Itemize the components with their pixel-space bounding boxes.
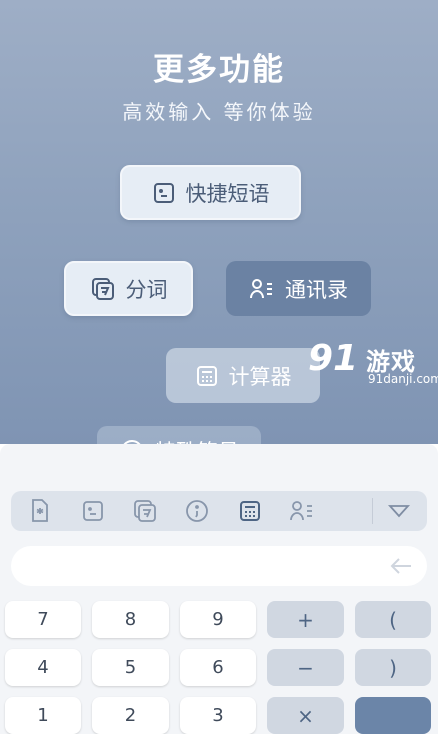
- toolbar-divider: [372, 498, 373, 524]
- contacts-label: 通讯录: [285, 277, 348, 302]
- key-plus[interactable]: +: [267, 601, 344, 638]
- contacts-icon: [249, 277, 275, 301]
- key-7[interactable]: 7: [5, 601, 81, 638]
- sim-card-icon[interactable]: [25, 497, 53, 525]
- contacts-chip[interactable]: 通讯录: [226, 261, 371, 316]
- split-icon: [90, 276, 116, 302]
- quick-phrase-chip[interactable]: 快捷短语: [120, 165, 301, 220]
- site-watermark: 91 游戏 91danji.com: [306, 338, 438, 392]
- key-5[interactable]: 5: [92, 649, 169, 686]
- function-toolbar: [11, 491, 427, 531]
- watermark-domain: 91danji.com: [368, 372, 438, 386]
- key-2[interactable]: 2: [92, 697, 169, 734]
- special-symbols-chip[interactable]: 特殊符号: [97, 426, 261, 444]
- symbol-icon[interactable]: [183, 497, 211, 525]
- key-3[interactable]: 3: [180, 697, 256, 734]
- phrase-icon[interactable]: [79, 497, 107, 525]
- key-4[interactable]: 4: [5, 649, 81, 686]
- contacts-icon[interactable]: [288, 497, 316, 525]
- special-symbols-label: 特殊符号: [155, 436, 239, 444]
- watermark-logo: 91: [308, 338, 359, 379]
- key-8[interactable]: 8: [92, 601, 169, 638]
- calculator-label: 计算器: [228, 364, 292, 389]
- backspace-icon[interactable]: [389, 555, 413, 577]
- key-minus[interactable]: −: [267, 649, 344, 686]
- key-multiply[interactable]: ×: [267, 697, 344, 734]
- key-6[interactable]: 6: [180, 649, 256, 686]
- key-9[interactable]: 9: [180, 601, 256, 638]
- key-close-paren[interactable]: ): [355, 649, 431, 686]
- promo-subtitle: 高效输入 等你体验: [122, 100, 316, 124]
- promo-title: 更多功能: [153, 52, 285, 88]
- key-open-paren[interactable]: (: [355, 601, 431, 638]
- phrase-icon: [152, 181, 176, 205]
- key-enter[interactable]: [355, 697, 431, 734]
- collapse-icon[interactable]: [385, 497, 413, 525]
- split-icon[interactable]: [131, 497, 159, 525]
- calculator-chip[interactable]: 计算器: [166, 348, 320, 403]
- word-split-label: 分词: [125, 277, 168, 302]
- feature-promo: 更多功能 高效输入 等你体验 快捷短语 分词 通讯录 计算器 特殊符号 91 游…: [0, 0, 438, 444]
- word-split-chip[interactable]: 分词: [64, 261, 193, 316]
- quick-phrase-label: 快捷短语: [185, 181, 270, 206]
- expression-input[interactable]: [11, 546, 427, 586]
- keyboard-panel: [0, 444, 438, 734]
- calculator-icon[interactable]: [236, 497, 264, 525]
- calculator-icon: [195, 364, 219, 388]
- key-1[interactable]: 1: [5, 697, 81, 734]
